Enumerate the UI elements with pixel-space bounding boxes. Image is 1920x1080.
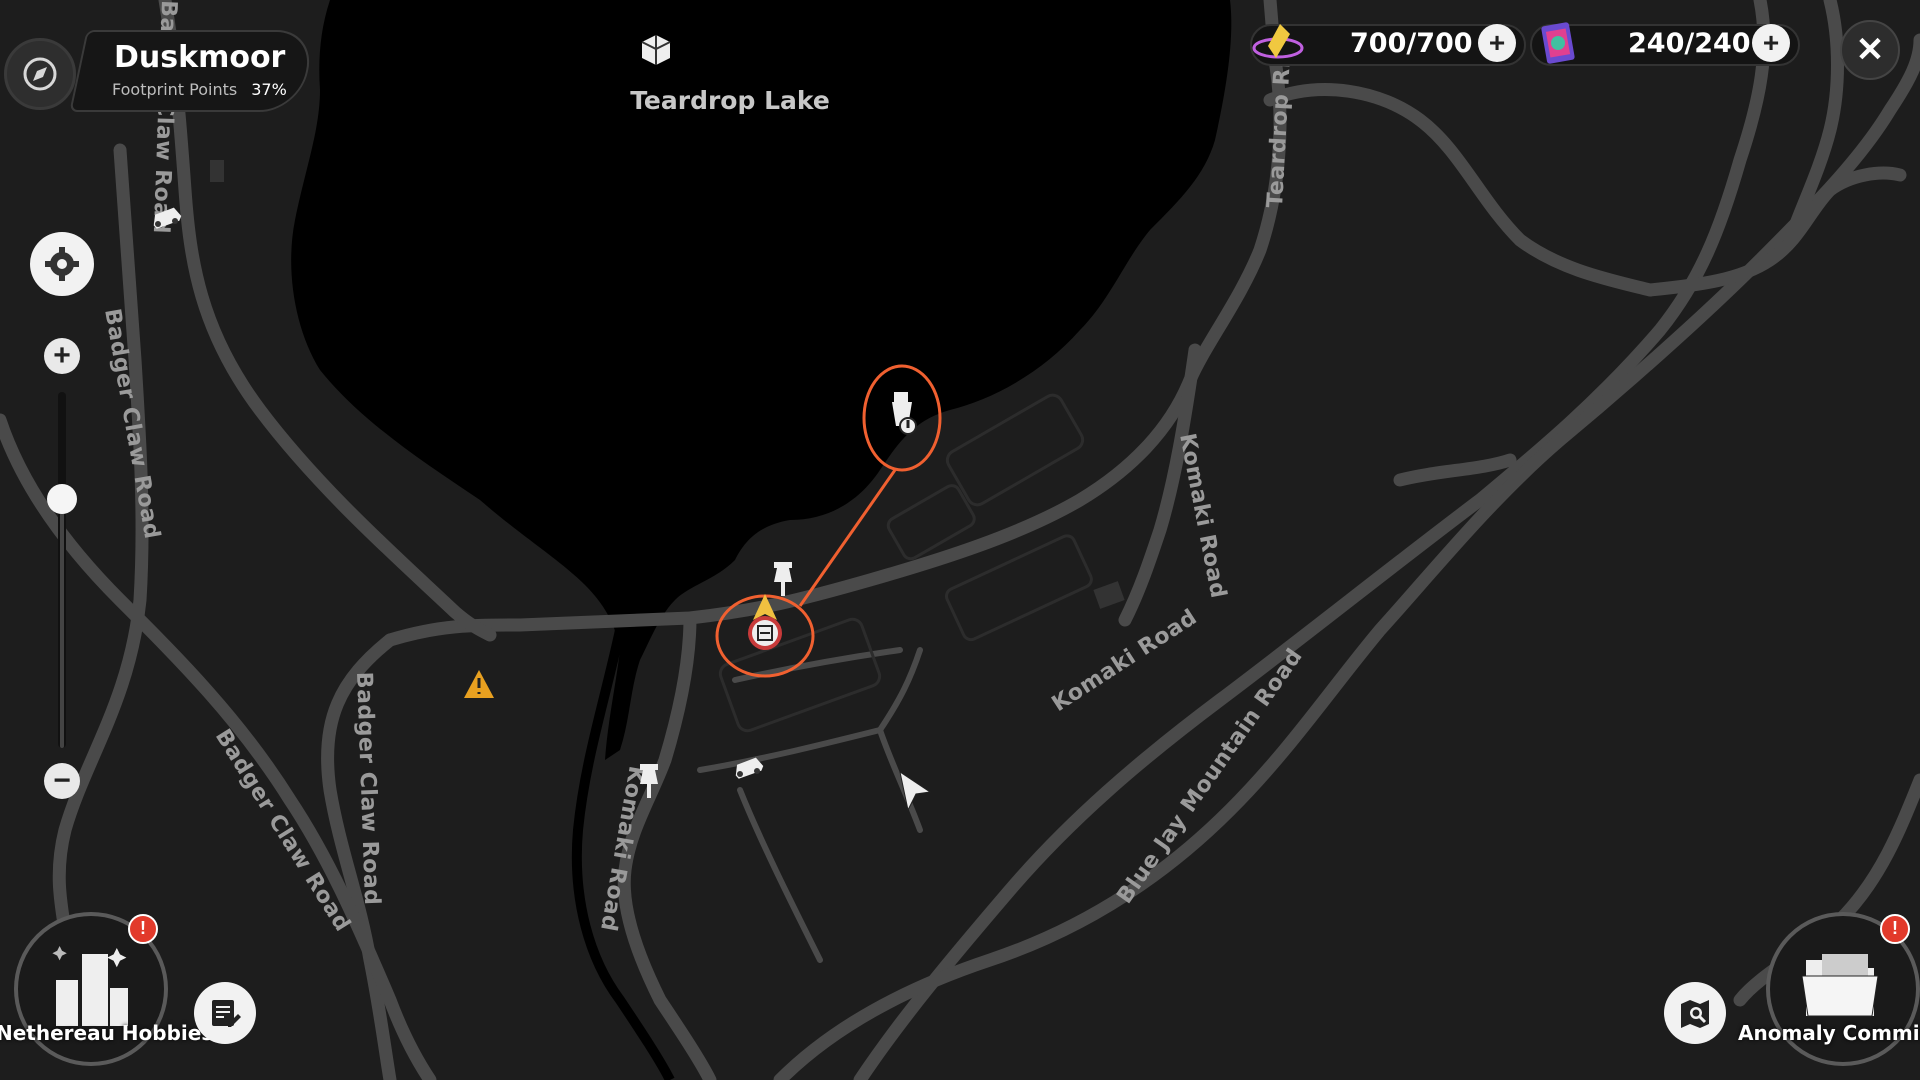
add-stamina-button[interactable]: + xyxy=(1478,24,1516,62)
close-button[interactable]: ✕ xyxy=(1840,20,1900,80)
anomaly-commissions-label: Anomaly Commissions xyxy=(1738,1021,1920,1045)
world-map[interactable]: Komaki Road Komaki Road Komaki Road Blue… xyxy=(0,0,1920,1080)
landmark-icon[interactable] xyxy=(638,32,674,68)
stamina-value: 700/700 xyxy=(1350,28,1473,59)
buildings-icon xyxy=(52,946,128,1026)
map-search-button[interactable] xyxy=(1664,982,1726,1044)
mouse-cursor-icon xyxy=(899,770,932,812)
gear-icon xyxy=(45,247,79,281)
notes-edit-icon xyxy=(212,1000,241,1027)
cards-counter: 240/240 + xyxy=(1530,20,1800,66)
notes-button[interactable] xyxy=(194,982,256,1044)
hobbies-label: Nethereau Hobbies xyxy=(0,1021,214,1045)
add-cards-button[interactable]: + xyxy=(1752,24,1790,62)
zoom-slider-fill xyxy=(60,500,64,748)
card-pack-icon xyxy=(1541,22,1575,64)
compass-icon xyxy=(23,57,57,91)
lake-label: Teardrop Lake xyxy=(630,86,830,115)
stamina-crystal-icon xyxy=(1252,24,1304,59)
car-marker-icon[interactable] xyxy=(148,204,184,235)
zoom-in-button[interactable]: + xyxy=(44,338,80,374)
zoom-out-button[interactable]: − xyxy=(44,763,80,799)
construction-warning-icon[interactable] xyxy=(462,668,496,705)
footprint-points: Footprint Points 37% xyxy=(112,80,287,99)
minus-icon: − xyxy=(53,764,71,797)
close-icon: ✕ xyxy=(1855,31,1885,69)
hobbies-alert-badge: ! xyxy=(128,914,158,944)
region-name: Duskmoor xyxy=(114,40,286,75)
plus-icon: + xyxy=(1762,27,1780,58)
vendor-stand-marker-icon[interactable] xyxy=(746,614,784,657)
compass-button[interactable] xyxy=(4,38,76,110)
pin-marker-icon[interactable] xyxy=(634,762,664,805)
footprint-percent: 37% xyxy=(251,80,287,99)
telescope-marker-icon[interactable] xyxy=(884,390,920,443)
footprint-label: Footprint Points xyxy=(112,80,238,99)
settings-button[interactable] xyxy=(30,232,94,296)
plus-icon: + xyxy=(53,339,71,372)
car-marker-icon[interactable] xyxy=(730,754,766,785)
stamina-counter: 700/700 + xyxy=(1250,20,1526,66)
map-search-icon xyxy=(1681,1000,1709,1028)
map-square-marker xyxy=(210,160,224,182)
plus-icon: + xyxy=(1488,27,1506,58)
zoom-slider-knob[interactable] xyxy=(47,484,77,514)
folder-icon xyxy=(1802,954,1879,1017)
cards-value: 240/240 xyxy=(1628,28,1751,59)
anomaly-alert-badge: ! xyxy=(1880,914,1910,944)
